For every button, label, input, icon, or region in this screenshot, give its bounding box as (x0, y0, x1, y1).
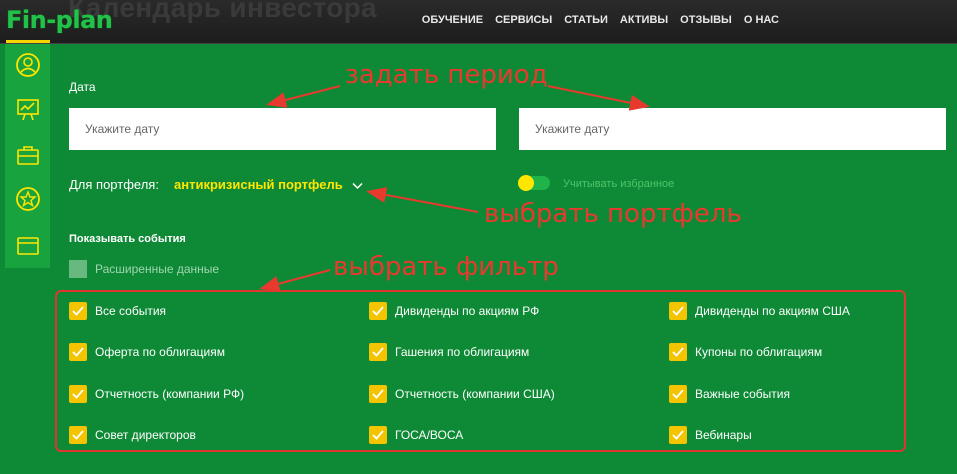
check-icon (372, 389, 384, 399)
filter-checkbox[interactable] (69, 426, 87, 444)
filter-item[interactable]: Оферта по облигациям (69, 342, 225, 362)
filter-checkbox[interactable] (69, 385, 87, 403)
filter-label: Отчетность (компании США) (395, 387, 555, 401)
chevron-down-icon (352, 178, 363, 193)
arrow-to-filter (259, 269, 331, 292)
filter-label: Все события (95, 304, 167, 318)
user-icon[interactable] (15, 52, 41, 78)
top-bar: Календарь инвестора Fin-plan ОБУЧЕНИЕ СЕ… (0, 0, 957, 44)
filter-checkbox[interactable] (369, 343, 387, 361)
wallet-icon[interactable] (15, 232, 41, 258)
filter-item[interactable]: Гашения по облигациям (369, 342, 529, 362)
filter-checkbox[interactable] (369, 426, 387, 444)
annotation-period: задать период (345, 60, 548, 90)
filter-label: Вебинары (695, 428, 752, 442)
filter-checkbox[interactable] (369, 385, 387, 403)
events-title: Показывать события (69, 233, 186, 245)
filter-item[interactable]: Все события (69, 301, 166, 321)
arrow-to-date-from (266, 85, 341, 108)
annotation-portfolio: выбрать портфель (484, 199, 742, 229)
filter-item[interactable]: Совет директоров (69, 425, 196, 445)
filter-checkbox[interactable] (669, 426, 687, 444)
filter-item[interactable]: Важные события (669, 384, 790, 404)
check-icon (672, 347, 684, 357)
nav-item-assets[interactable]: АКТИВЫ (620, 14, 668, 26)
arrow-to-date-to (547, 85, 650, 111)
filter-label: Важные события (695, 387, 790, 401)
check-icon (672, 389, 684, 399)
date-from-input[interactable] (69, 108, 496, 150)
filter-item[interactable]: Отчетность (компании РФ) (69, 384, 244, 404)
favorites-toggle[interactable] (518, 175, 550, 191)
extended-data-checkbox[interactable] (69, 260, 87, 278)
portfolio-label: Для портфеля: (69, 177, 159, 192)
arrow-to-portfolio (366, 187, 479, 213)
filter-label: Дивиденды по акциям США (695, 304, 850, 318)
check-icon (372, 430, 384, 440)
portfolio-select[interactable]: антикризисный портфель (174, 177, 363, 193)
check-icon (372, 306, 384, 316)
filter-checkbox[interactable] (669, 302, 687, 320)
filter-label: Оферта по облигациям (95, 345, 225, 359)
annotation-filter: выбрать фильтр (333, 252, 559, 282)
nav-item-articles[interactable]: СТАТЬИ (564, 14, 608, 26)
check-icon (72, 389, 84, 399)
date-to-input[interactable] (519, 108, 946, 150)
nav-item-about[interactable]: О НАС (744, 14, 779, 26)
portfolio-value: антикризисный портфель (174, 177, 343, 192)
main-nav: ОБУЧЕНИЕ СЕРВИСЫ СТАТЬИ АКТИВЫ ОТЗЫВЫ О … (0, 14, 957, 26)
favorites-label: Учитывать избранное (563, 178, 675, 190)
toggle-knob (518, 175, 534, 191)
filter-label: Отчетность (компании РФ) (95, 387, 245, 401)
filter-label: Совет директоров (95, 428, 196, 442)
extended-data-label: Расширенные данные (95, 262, 220, 276)
filter-label: Купоны по облигациям (695, 345, 823, 359)
filter-item[interactable]: Купоны по облигациям (669, 342, 822, 362)
filter-checkbox[interactable] (669, 343, 687, 361)
star-icon[interactable] (15, 186, 41, 212)
date-label: Дата (69, 80, 96, 94)
nav-item-learning[interactable]: ОБУЧЕНИЕ (422, 14, 483, 26)
check-icon (672, 306, 684, 316)
check-icon (72, 430, 84, 440)
filter-item[interactable]: ГОСА/ВОСА (369, 425, 463, 445)
filter-checkbox[interactable] (369, 302, 387, 320)
filter-item[interactable]: Отчетность (компании США) (369, 384, 555, 404)
check-icon (672, 430, 684, 440)
presentation-icon[interactable] (15, 96, 41, 122)
check-icon (72, 306, 84, 316)
filter-label: Дивиденды по акциям РФ (395, 304, 540, 318)
filter-label: Гашения по облигациям (395, 345, 530, 359)
filter-checkbox[interactable] (69, 343, 87, 361)
sidebar (5, 44, 50, 268)
filter-checkbox[interactable] (669, 385, 687, 403)
filter-item[interactable]: Дивиденды по акциям РФ (369, 301, 539, 321)
filter-item[interactable]: Вебинары (669, 425, 752, 445)
check-icon (372, 347, 384, 357)
nav-item-reviews[interactable]: ОТЗЫВЫ (680, 14, 732, 26)
filter-checkbox[interactable] (69, 302, 87, 320)
check-icon (72, 347, 84, 357)
nav-item-services[interactable]: СЕРВИСЫ (495, 14, 552, 26)
briefcase-icon[interactable] (15, 142, 41, 168)
logo-underline (6, 40, 50, 43)
filter-label: ГОСА/ВОСА (395, 428, 464, 442)
filter-item[interactable]: Дивиденды по акциям США (669, 301, 850, 321)
